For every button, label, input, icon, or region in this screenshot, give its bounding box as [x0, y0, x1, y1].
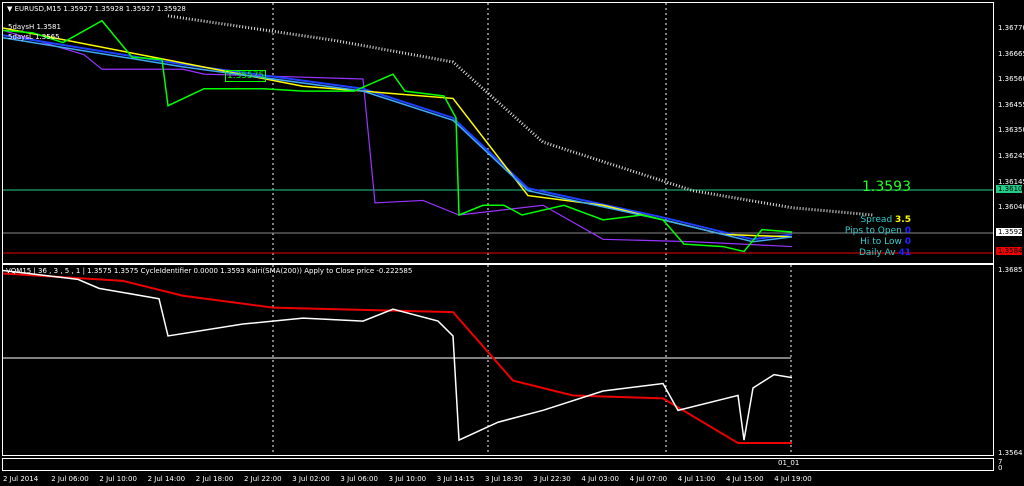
indicator-title: VQM15 | 36 , 3 , 5 , 1 | 1.3575 1.3575 C…: [6, 267, 413, 275]
time-tick: 4 Jul 07:00: [629, 475, 668, 483]
indicator-bottom-label: 1.3564: [998, 449, 1023, 457]
spread-row: Spread 3.5: [860, 215, 911, 225]
price-tick: 1.36245: [998, 152, 1024, 160]
ma-sky-line: [3, 36, 793, 243]
pips-row: Pips to Open 0: [844, 226, 911, 236]
price-tag-green: 1.36101: [996, 185, 1024, 193]
chart-header: ▼ EURUSD,M15 1.35927 1.35928 1.35927 1.3…: [7, 5, 186, 13]
mini-scale: 7 0: [998, 458, 1003, 472]
indicator-svg: [3, 265, 793, 455]
time-tick: 2 Jul 10:00: [99, 475, 137, 483]
price-tag-current: 1.35928: [996, 228, 1024, 236]
time-tick: 2 Jul 14:00: [147, 475, 186, 483]
hilo-row: Hi to Low 0: [860, 237, 911, 247]
time-tick: 2 Jul 06:00: [51, 475, 89, 483]
price-tick: 1.36560: [998, 75, 1024, 84]
price-tick: 1.36455: [998, 100, 1024, 109]
price-marker-label: 1.35575: [225, 70, 267, 82]
symbol-label: EURUSD,M15: [14, 5, 62, 13]
time-tick: 3 Jul 18:30: [485, 475, 523, 483]
time-tick: 4 Jul 03:00: [581, 475, 619, 483]
time-tick: 2 Jul 22:00: [244, 475, 282, 483]
price-tick: 1.36770: [998, 24, 1024, 32]
time-tick: 4 Jul 11:00: [677, 475, 716, 483]
time-tick: 3 Jul 06:00: [340, 475, 378, 483]
current-price: 1.3593: [862, 179, 911, 195]
time-tick: 2 Jul 2014: [3, 475, 39, 483]
time-tick: 2 Jul 18:00: [195, 475, 234, 483]
time-tick: 3 Jul 22:30: [533, 475, 571, 483]
price-chart-svg: [3, 3, 993, 263]
time-tick: 3 Jul 14:15: [436, 475, 475, 483]
price-tag-red: 1.35846: [996, 247, 1024, 255]
purple-line: [3, 29, 793, 248]
indicator-price-line: [3, 269, 793, 442]
main-chart[interactable]: ▼ EURUSD,M15 1.35927 1.35928 1.35927 1.3…: [2, 2, 994, 264]
price-tick: 1.36665: [998, 49, 1024, 58]
indicator-pane[interactable]: VQM15 | 36 , 3 , 5 , 1 | 1.3575 1.3575 C…: [2, 264, 994, 456]
time-tick: 3 Jul 02:00: [292, 475, 330, 483]
price-tick: 1.36040: [998, 203, 1024, 212]
five-days-high: 5daysH 1.3581: [8, 23, 61, 31]
five-days-low: 5daysL 1.3565: [8, 33, 60, 41]
indicator-top-label: 1.3685: [998, 266, 1023, 274]
ohlc-label: 1.35927 1.35928 1.35927 1.35928: [63, 5, 186, 13]
price-tick: 1.36350: [998, 126, 1024, 135]
time-tick: 4 Jul 15:00: [726, 475, 764, 483]
time-tick: 3 Jul 10:00: [388, 475, 427, 483]
mini-pane[interactable]: 01_01: [2, 458, 994, 471]
mini-label: 01_01: [778, 459, 800, 467]
time-tick: 4 Jul 19:00: [774, 475, 812, 483]
ma-yellow-line: [3, 27, 793, 238]
daily-row: Daily Av 41: [859, 248, 911, 258]
ma-blue-line: [3, 34, 793, 241]
